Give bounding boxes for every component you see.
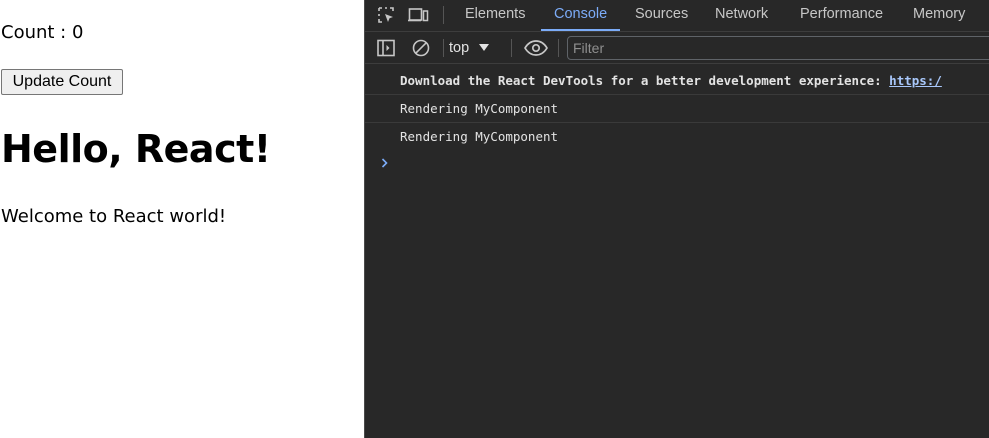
clear-console-icon[interactable] [409,37,433,59]
inspect-element-icon[interactable] [374,4,398,26]
console-message-text: Rendering MyComponent [400,101,559,116]
context-selector[interactable]: top [449,38,490,58]
toolbar-divider [558,39,559,57]
console-message-link[interactable]: https:/ [889,73,942,88]
tab-elements[interactable]: Elements [465,0,525,31]
console-message: Rendering MyComponent [365,123,989,151]
devtools-tab-bar: Elements Console Sources Network Perform… [365,0,989,32]
toolbar-divider [443,6,444,24]
console-message-text: Rendering MyComponent [400,129,559,144]
toolbar-divider [511,39,512,57]
tab-console[interactable]: Console [540,0,621,31]
page-heading: Hello, React! [1,127,271,171]
count-text: Count : 0 [1,22,84,43]
tab-network[interactable]: Network [715,0,768,31]
console-message: Download the React DevTools for a better… [365,67,989,95]
context-label: top [449,40,470,56]
sidebar-toggle-icon[interactable] [374,37,398,59]
app-page: Count : 0 Update Count Hello, React! Wel… [0,0,364,438]
update-count-button[interactable]: Update Count [1,69,123,95]
console-output: Download the React DevTools for a better… [365,65,989,438]
dropdown-triangle-icon [479,40,490,56]
welcome-text: Welcome to React world! [1,206,227,227]
tab-sources[interactable]: Sources [635,0,688,31]
tab-memory[interactable]: Memory [913,0,965,31]
toolbar-divider [443,39,444,57]
devtools-panel: Elements Console Sources Network Perform… [364,0,989,438]
tab-performance[interactable]: Performance [800,0,883,31]
prompt-chevron-icon[interactable] [380,156,390,168]
console-toolbar: top [365,32,989,64]
console-message-text: Download the React DevTools for a better… [400,73,890,88]
device-toolbar-icon[interactable] [406,4,430,26]
console-message: Rendering MyComponent [365,95,989,123]
filter-input[interactable] [567,36,989,60]
eye-icon[interactable] [522,37,550,59]
